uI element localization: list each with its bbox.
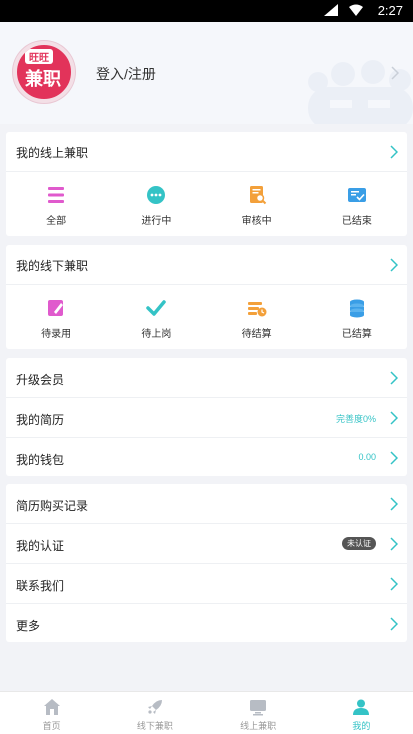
- tab-online-jobs[interactable]: 线上兼职: [207, 692, 310, 734]
- menu-more[interactable]: 更多: [6, 604, 407, 644]
- online-all-label: 全部: [46, 216, 67, 227]
- logo-text-top: 旺旺: [25, 49, 53, 64]
- chevron-right-icon: [390, 577, 398, 591]
- offline-pending-hire[interactable]: 待录用: [6, 285, 106, 341]
- checkmark-icon: [146, 300, 167, 316]
- upgrade-member-label: 升级会员: [16, 373, 65, 387]
- online-in-progress-label: 进行中: [141, 216, 172, 227]
- online-reviewing-label: 审核中: [241, 216, 272, 227]
- online-jobs-card: 我的线上兼职 全部 进行中 审核中 已结束: [6, 132, 407, 236]
- signal-icon: [324, 4, 338, 16]
- online-jobs-title: 我的线上兼职: [16, 146, 89, 160]
- menu-my-wallet[interactable]: 我的钱包 0.00: [6, 438, 407, 478]
- chevron-right-icon: [390, 411, 398, 425]
- tab-mine[interactable]: 我的: [310, 692, 413, 734]
- tab-home[interactable]: 首页: [0, 692, 103, 734]
- wallet-balance: 0.00: [358, 452, 376, 462]
- online-finished-label: 已结束: [341, 216, 372, 227]
- login-register-link[interactable]: 登入/注册: [96, 64, 156, 84]
- chevron-right-icon: [390, 258, 398, 272]
- my-resume-label: 我的简历: [16, 413, 65, 427]
- chevron-right-icon: [390, 371, 398, 385]
- rocket-icon: [147, 700, 162, 714]
- chevron-right-icon: [390, 497, 398, 511]
- list-icon: [48, 187, 65, 203]
- offline-pending-start[interactable]: 待上岗: [106, 285, 206, 341]
- monitor-icon: [250, 700, 267, 716]
- offline-settled-label: 已结算: [341, 329, 372, 340]
- card-check-icon: [347, 188, 366, 202]
- status-bar: 2:27: [0, 0, 413, 22]
- resume-purchase-records-label: 简历购买记录: [16, 499, 89, 513]
- app-logo[interactable]: 旺旺 兼职: [13, 41, 75, 103]
- menu-contact-us[interactable]: 联系我们: [6, 564, 407, 604]
- offline-jobs-card: 我的线下兼职 待录用 待上岗 待结算 已结算: [6, 245, 407, 349]
- online-reviewing[interactable]: 审核中: [207, 172, 307, 228]
- status-time: 2:27: [377, 3, 403, 18]
- profile-header[interactable]: 旺旺 兼职 登入/注册: [0, 22, 413, 124]
- menu-upgrade-member[interactable]: 升级会员: [6, 358, 407, 398]
- chat-dots-icon: [147, 186, 166, 204]
- tab-mine-label: 我的: [352, 721, 371, 731]
- online-finished[interactable]: 已结束: [307, 172, 407, 228]
- edit-note-icon: [48, 300, 64, 316]
- watermark-logo: [308, 60, 413, 124]
- contact-us-label: 联系我们: [16, 579, 65, 593]
- tab-home-label: 首页: [42, 721, 61, 731]
- document-search-icon: [249, 186, 266, 205]
- offline-pending-hire-label: 待录用: [41, 329, 72, 340]
- menu-my-resume[interactable]: 我的简历 完善度0%: [6, 398, 407, 438]
- chevron-right-icon: [391, 66, 399, 80]
- logo-text-main: 兼职: [25, 69, 61, 89]
- tab-offline-jobs-label: 线下兼职: [136, 721, 173, 731]
- offline-pending-settle-label: 待结算: [241, 329, 272, 340]
- my-wallet-label: 我的钱包: [16, 453, 65, 467]
- offline-jobs-header[interactable]: 我的线下兼职: [6, 245, 407, 285]
- more-label: 更多: [16, 619, 41, 633]
- chevron-right-icon: [390, 451, 398, 465]
- offline-settled[interactable]: 已结算: [307, 285, 407, 341]
- bottom-tab-bar: 首页 线下兼职 线上兼职 我的: [0, 691, 413, 734]
- account-menu-card: 升级会员 我的简历 完善度0% 我的钱包 0.00: [6, 358, 407, 476]
- online-in-progress[interactable]: 进行中: [106, 172, 206, 228]
- person-icon: [353, 699, 370, 715]
- online-jobs-header[interactable]: 我的线上兼职: [6, 132, 407, 172]
- calc-clock-icon: [247, 302, 267, 317]
- offline-pending-settle[interactable]: 待结算: [207, 285, 307, 341]
- offline-jobs-title: 我的线下兼职: [16, 259, 89, 273]
- my-certification-label: 我的认证: [16, 539, 65, 553]
- coin-stack-icon: [349, 299, 364, 318]
- offline-pending-start-label: 待上岗: [141, 329, 172, 340]
- other-menu-card: 简历购买记录 我的认证 未认证 联系我们 更多: [6, 484, 407, 642]
- tab-online-jobs-label: 线上兼职: [240, 721, 277, 731]
- home-icon: [43, 699, 60, 715]
- menu-my-certification[interactable]: 我的认证 未认证: [6, 524, 407, 564]
- chevron-right-icon: [390, 537, 398, 551]
- menu-resume-purchase-records[interactable]: 简历购买记录: [6, 484, 407, 524]
- tab-offline-jobs[interactable]: 线下兼职: [103, 692, 206, 734]
- online-all[interactable]: 全部: [6, 172, 106, 228]
- resume-completeness: 完善度0%: [335, 414, 376, 424]
- chevron-right-icon: [390, 145, 398, 159]
- certification-status-badge: 未认证: [342, 537, 376, 550]
- wifi-icon: [349, 4, 363, 16]
- chevron-right-icon: [390, 617, 398, 631]
